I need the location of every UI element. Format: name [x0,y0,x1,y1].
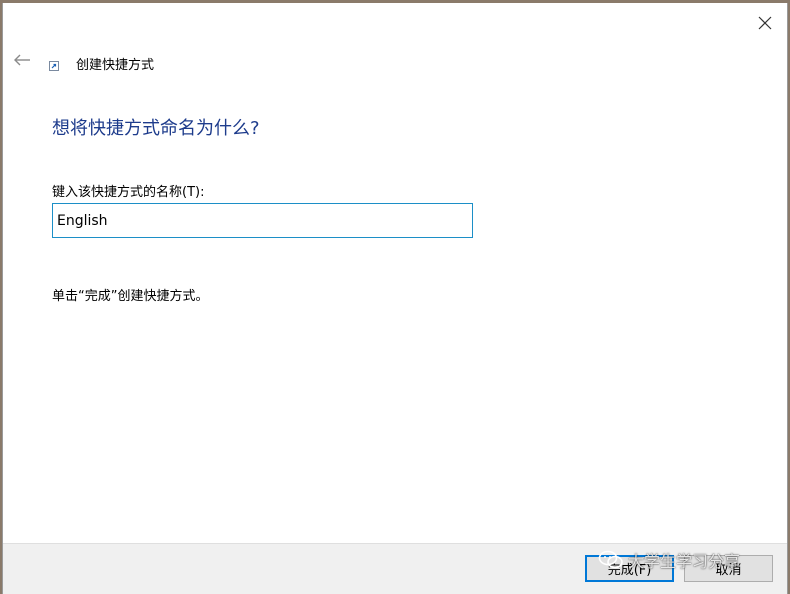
shortcut-name-input[interactable] [52,203,473,238]
back-arrow-icon [14,54,30,66]
create-shortcut-dialog: 创建快捷方式 想将快捷方式命名为什么? 键入该快捷方式的名称(T): 单击“完成… [2,3,788,594]
instruction-text: 单击“完成”创建快捷方式。 [52,289,209,304]
close-icon [758,16,772,30]
shortcut-icon [49,61,59,71]
close-button[interactable] [755,13,775,33]
back-button[interactable] [11,51,33,69]
finish-button[interactable]: 完成(F) [585,555,674,582]
cancel-button[interactable]: 取消 [684,555,773,582]
name-field-label: 键入该快捷方式的名称(T): [52,185,205,200]
wizard-title: 创建快捷方式 [76,58,155,73]
dialog-footer: 完成(F) 取消 [3,543,787,594]
page-heading: 想将快捷方式命名为什么? [52,118,260,139]
